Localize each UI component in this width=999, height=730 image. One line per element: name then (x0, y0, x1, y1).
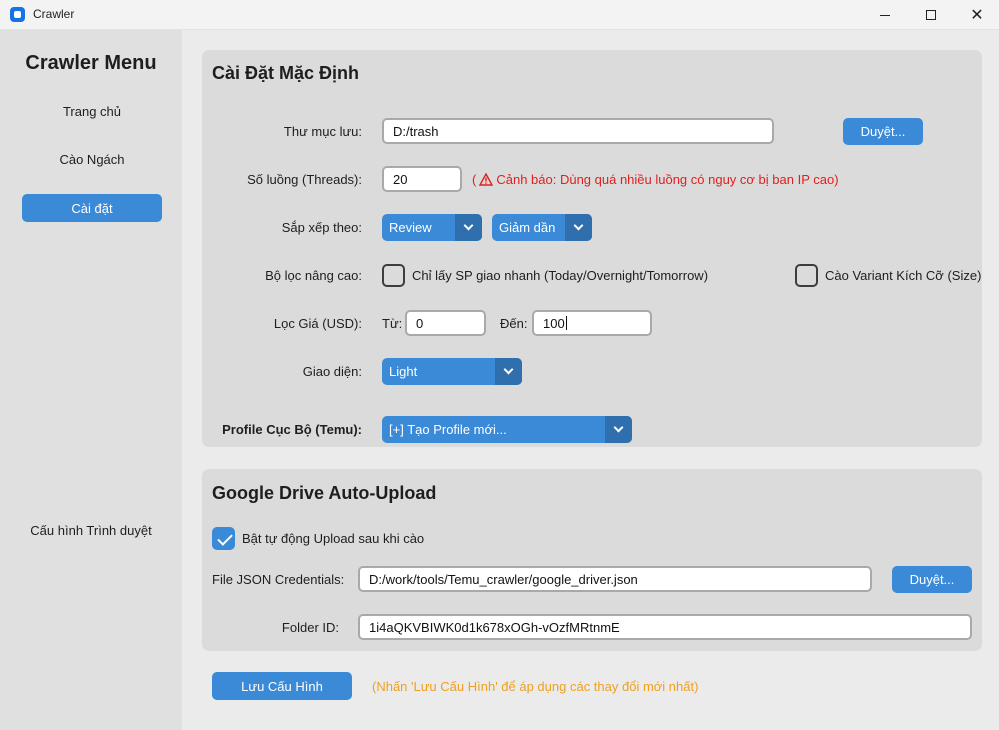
minimize-icon (880, 14, 890, 16)
threads-warning: ( Cảnh báo: Dùng quá nhiều luồng có nguy… (472, 172, 839, 187)
close-icon: ✕ (970, 7, 984, 24)
chevron-down-icon (455, 214, 482, 241)
sidebar: Crawler Menu Trang chủ Cào Ngách Cài đặt… (0, 30, 182, 730)
variant-size-checkbox[interactable] (795, 264, 818, 287)
chevron-down-icon (605, 416, 632, 443)
profile-label: Profile Cục Bộ (Temu): (222, 422, 362, 437)
save-hint: (Nhấn 'Lưu Cấu Hình' để áp dụng các thay… (372, 679, 699, 694)
profile-value: [+] Tạo Profile mới... (389, 422, 507, 437)
sort-field-value: Review (389, 220, 432, 235)
sidebar-title: Crawler Menu (25, 52, 157, 74)
threads-warning-open: ( (472, 172, 477, 187)
save-config-button[interactable]: Lưu Cấu Hình (212, 672, 352, 700)
window-title: Crawler (33, 7, 75, 21)
price-to-value: 100 (543, 315, 565, 331)
sort-order-select[interactable]: Giảm dần (492, 214, 592, 241)
close-button[interactable]: ✕ (954, 0, 999, 30)
sort-label: Sắp xếp theo: (281, 220, 362, 235)
credentials-input[interactable]: D:/work/tools/Temu_crawler/google_driver… (358, 566, 872, 592)
folder-id-label: Folder ID: (281, 620, 339, 635)
maximize-icon (926, 10, 936, 20)
sidebar-item-settings[interactable]: Cài đặt (22, 194, 162, 222)
sort-field-select[interactable]: Review (382, 214, 482, 241)
price-to-input[interactable]: 100 (532, 310, 652, 336)
folder-label: Thư mục lưu: (283, 124, 362, 139)
threads-input[interactable]: 20 (382, 166, 462, 192)
folder-id-input[interactable]: 1i4aQKVBIWK0d1k678xOGh-vOzfMRtnmE (358, 614, 972, 640)
sidebar-item-niche-crawl[interactable]: Cào Ngách (22, 145, 162, 173)
gdrive-panel: Google Drive Auto-Upload Bật tự động Upl… (202, 469, 982, 651)
sidebar-item-browser-config[interactable]: Cấu hình Trình duyệt (0, 523, 182, 538)
profile-select[interactable]: [+] Tạo Profile mới... (382, 416, 632, 443)
sort-order-value: Giảm dần (499, 220, 556, 235)
variant-size-label: Cào Variant Kích Cỡ (Size) (825, 268, 982, 283)
theme-select[interactable]: Light (382, 358, 522, 385)
sidebar-item-home[interactable]: Trang chủ (22, 97, 162, 125)
credentials-browse-button[interactable]: Duyệt... (892, 566, 972, 593)
theme-label: Giao diện: (302, 364, 362, 379)
threads-label: Số luồng (Threads): (247, 172, 362, 187)
threads-warning-text: Cảnh báo: Dùng quá nhiều luồng có nguy c… (496, 172, 839, 187)
fast-ship-label: Chỉ lấy SP giao nhanh (Today/Overnight/T… (412, 268, 709, 283)
app-icon (10, 7, 25, 22)
text-caret (565, 316, 567, 330)
fast-ship-checkbox[interactable] (382, 264, 405, 287)
theme-value: Light (389, 364, 418, 379)
title-bar: Crawler ✕ (0, 0, 999, 30)
auto-upload-checkbox[interactable] (212, 527, 235, 550)
price-label: Lọc Giá (USD): (273, 316, 362, 331)
minimize-button[interactable] (862, 0, 908, 30)
folder-browse-button[interactable]: Duyệt... (843, 118, 923, 145)
price-to-label: Đến: (500, 316, 528, 331)
default-settings-title: Cài Đặt Mặc Định (212, 63, 360, 83)
maximize-button[interactable] (908, 0, 954, 30)
gdrive-title: Google Drive Auto-Upload (212, 483, 437, 503)
filter-label: Bộ lọc nâng cao: (265, 268, 362, 283)
price-from-input[interactable]: 0 (405, 310, 486, 336)
folder-input[interactable]: D:/trash (382, 118, 774, 144)
credentials-label: File JSON Credentials: (212, 572, 345, 587)
warning-icon (479, 173, 494, 186)
chevron-down-icon (565, 214, 592, 241)
default-settings-panel: Cài Đặt Mặc Định Thư mục lưu: D:/trash D… (202, 50, 982, 447)
price-from-label: Từ: (382, 316, 403, 331)
auto-upload-label: Bật tự động Upload sau khi cào (242, 531, 425, 546)
chevron-down-icon (495, 358, 522, 385)
settings-content: Cài Đặt Mặc Định Thư mục lưu: D:/trash D… (182, 30, 999, 730)
